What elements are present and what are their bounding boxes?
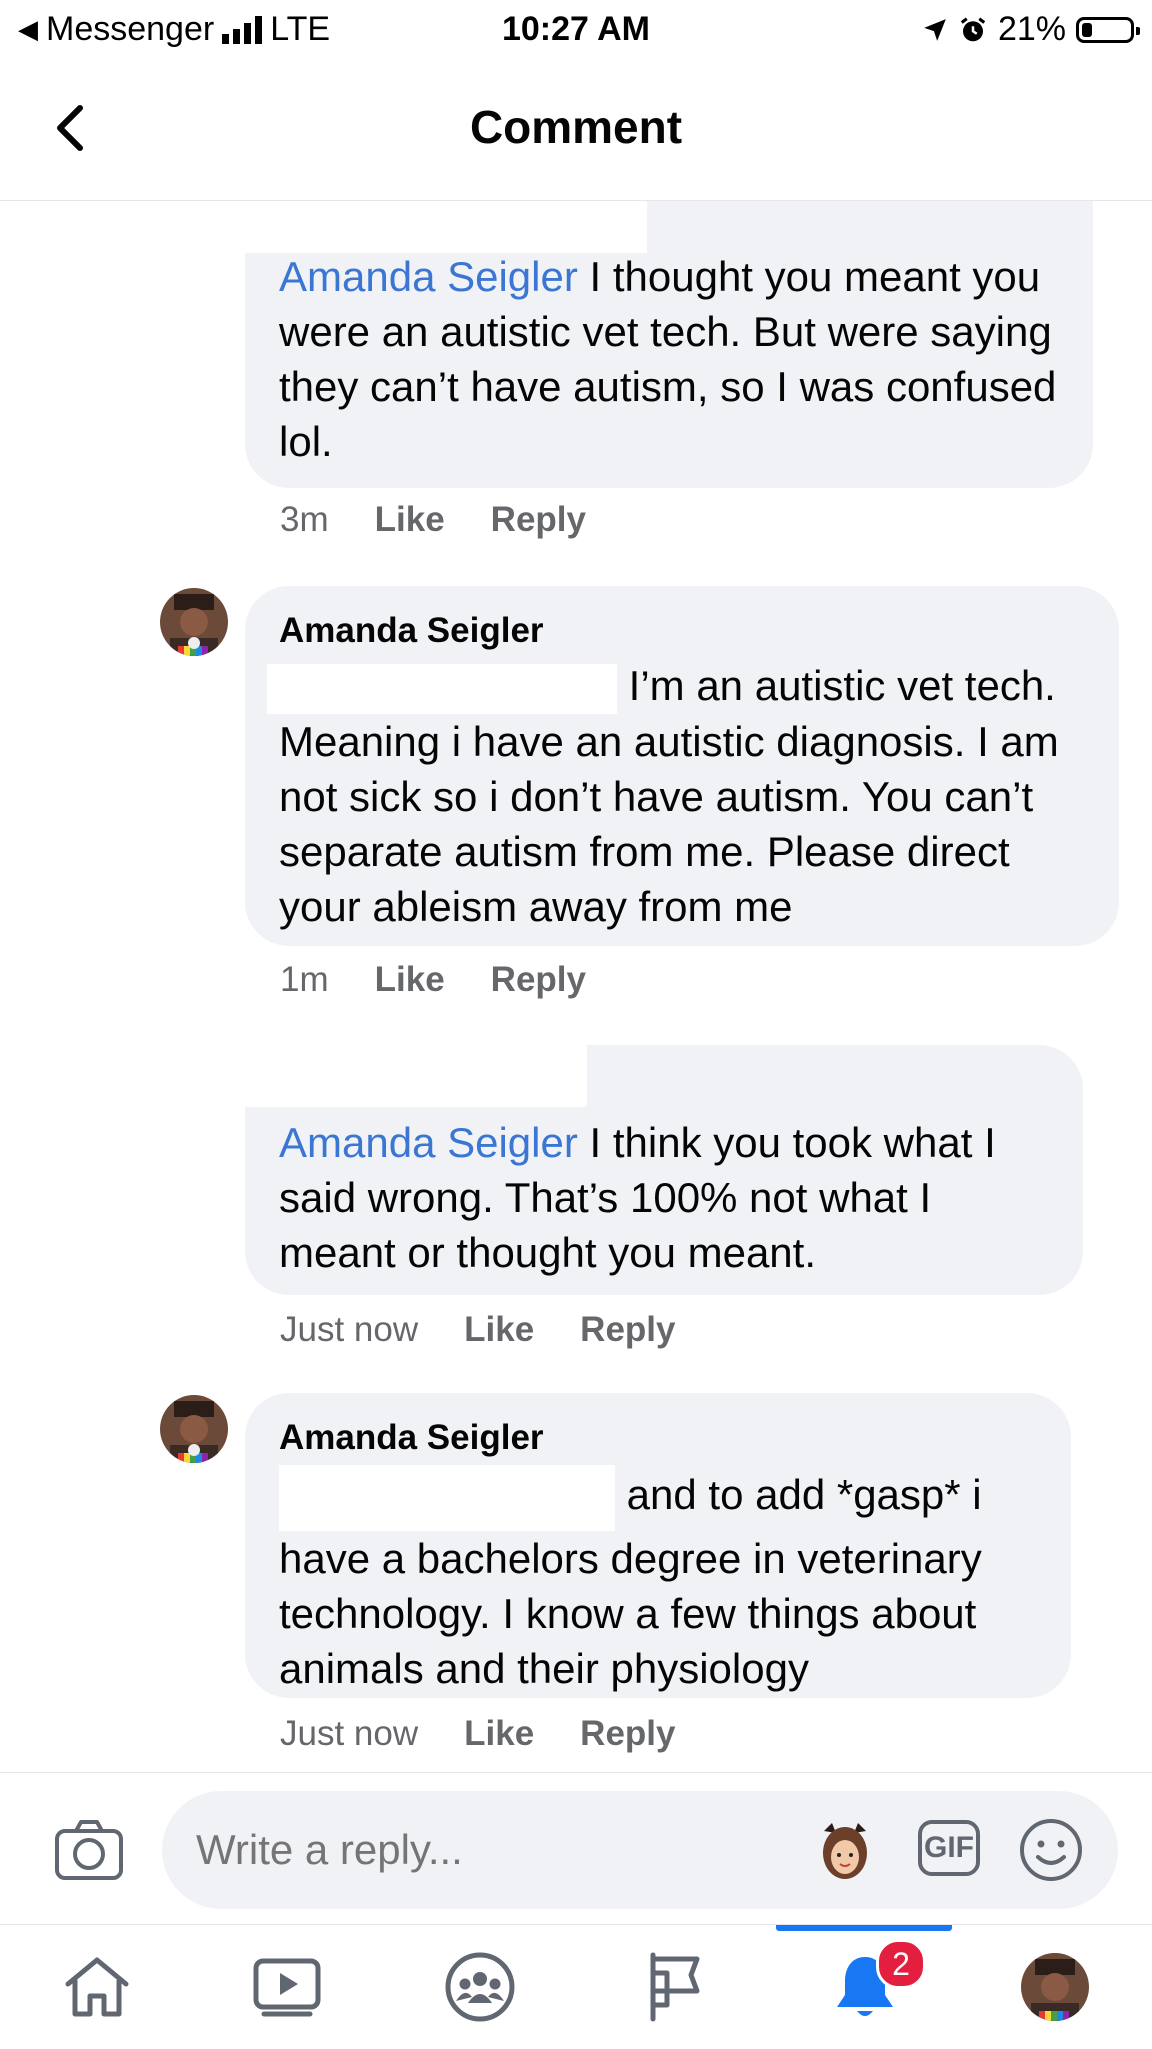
video-icon (253, 1958, 321, 2017)
comment-time: Just now (280, 1714, 419, 1753)
like-button[interactable]: Like (375, 500, 445, 540)
comment-bubble: Amanda Seigler I’m an autistic vet tech.… (245, 586, 1119, 946)
mention-link[interactable]: Amanda Seigler (279, 253, 578, 300)
scroll-mask (245, 201, 647, 253)
comment-time: 3m (280, 500, 329, 539)
avatar[interactable] (160, 588, 228, 656)
comment-time: Just now (280, 1310, 419, 1349)
mention-link[interactable]: Amanda Seigler (279, 1119, 578, 1166)
gif-button[interactable]: GIF (918, 1820, 980, 1876)
emoji-icon[interactable] (1018, 1817, 1084, 1883)
profile-photo-icon (160, 1395, 228, 1463)
header: Comment (0, 58, 1152, 201)
redacted-mention (279, 1465, 615, 1531)
gif-label: GIF (924, 1831, 974, 1864)
page-title: Comment (469, 101, 683, 153)
like-button[interactable]: Like (464, 1310, 534, 1350)
profile-photo-icon (1021, 1953, 1089, 2021)
avatar[interactable] (160, 1395, 228, 1463)
nav-home[interactable] (22, 1925, 172, 2049)
home-icon (65, 1957, 129, 2017)
reply-button[interactable]: Reply (580, 1310, 675, 1350)
camera-icon[interactable] (54, 1819, 124, 1881)
comment-author[interactable]: Amanda Seigler (279, 1415, 1037, 1461)
comment-actions: 3m Like Reply (280, 500, 586, 540)
comment-actions: Just now Like Reply (280, 1714, 675, 1754)
comment-bubble: Amanda Seigler I think you took what I s… (245, 1045, 1083, 1295)
redacted-mention (267, 663, 617, 714)
status-right: 21% (922, 10, 1140, 49)
profile-avatar (1021, 1953, 1089, 2021)
reply-button[interactable]: Reply (491, 500, 586, 540)
status-bar: ◀ Messenger LTE 10:27 AM 21% (0, 0, 1152, 58)
comment-actions: 1m Like Reply (280, 960, 586, 1000)
profile-photo-icon (160, 588, 228, 656)
like-button[interactable]: Like (464, 1714, 534, 1754)
reply-button[interactable]: Reply (580, 1714, 675, 1754)
nav-groups[interactable] (405, 1925, 555, 2049)
avatar-sticker-icon[interactable] (818, 1821, 872, 1885)
battery-icon (1076, 16, 1140, 43)
alarm-icon (960, 17, 986, 41)
flag-icon (650, 1952, 700, 2022)
groups-icon (445, 1952, 515, 2022)
comment-author[interactable]: Amanda Seigler (279, 608, 1085, 654)
battery-level (1082, 22, 1092, 37)
reply-composer: GIF (0, 1772, 1152, 1925)
nav-pages[interactable] (600, 1925, 750, 2049)
redacted-author (245, 1045, 587, 1107)
comment-time: 1m (280, 960, 329, 999)
bottom-nav: 2 (0, 1924, 1152, 2049)
reply-button[interactable]: Reply (491, 960, 586, 1000)
notification-badge: 2 (876, 1939, 926, 1989)
nav-watch[interactable] (212, 1925, 362, 2049)
nav-menu-profile[interactable] (980, 1925, 1130, 2049)
comment-bubble: Amanda Seigler and to add *gasp* i have … (245, 1393, 1071, 1698)
like-button[interactable]: Like (375, 960, 445, 1000)
comment-actions: Just now Like Reply (280, 1310, 675, 1350)
battery-percent: 21% (997, 10, 1066, 48)
nav-notifications[interactable]: 2 (790, 1925, 940, 2049)
location-icon (924, 18, 946, 41)
comment-bubble: Amanda Seigler I thought you meant you w… (245, 201, 1093, 488)
